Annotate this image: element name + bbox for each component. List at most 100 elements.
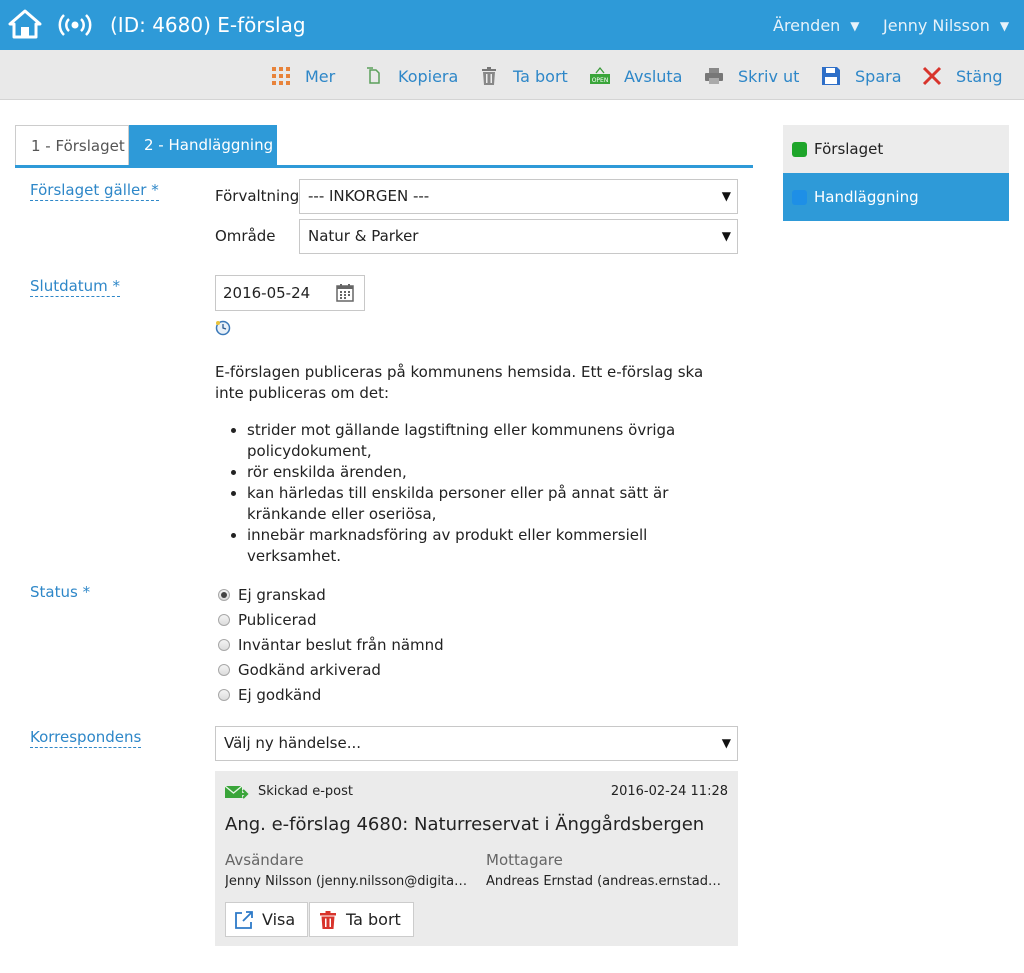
info-list: strider mot gällande lagstiftning eller … [215,420,735,567]
korrespondens-value: Välj ny händelse... [224,734,362,752]
list-item: strider mot gällande lagstiftning eller … [247,420,735,462]
status-option-ej-godkand[interactable]: Ej godkänd [218,682,444,707]
chevron-down-icon: ▼ [721,229,731,243]
arenden-menu-label: Ärenden [773,16,841,35]
avsluta-button[interactable]: OPEN Avsluta [590,65,682,87]
list-item: rör enskilda ärenden, [247,462,735,483]
avsandare-value: Jenny Nilsson (jenny.nilsson@digitalf... [225,874,470,889]
korrespondens-label: Korrespondens [30,728,142,748]
toolbar: Mer Kopiera Ta bort OPEN Avsluta Skriv u… [0,50,1024,100]
status-option-label: Publicerad [238,610,317,629]
radio-button[interactable] [218,588,230,601]
omrade-label: Område [215,227,276,245]
calendar-icon[interactable] [335,283,355,303]
status-option-label: Godkänd arkiverad [238,660,381,679]
clock-icon[interactable] [215,320,231,336]
correspondence-subject: Ang. e-förslag 4680: Naturreservat i Äng… [225,814,705,835]
user-menu[interactable]: Jenny Nilsson ▼ [883,16,1009,35]
ta-bort-label: Ta bort [346,910,401,929]
status-option-label: Ej godkänd [238,685,322,704]
mottagare-label: Mottagare [486,851,563,869]
ta-bort-label: Ta bort [513,66,568,86]
spara-label: Spara [855,66,902,86]
top-bar: (ID: 4680) E-förslag Ärenden ▼ Jenny Nils… [0,0,1024,50]
side-item-handlaggning[interactable]: Handläggning [783,173,1009,221]
slutdatum-input[interactable]: 2016-05-24 [215,275,365,311]
printer-icon [705,68,723,84]
correspondence-card: Skickad e-post 2016-02-24 11:28 Ang. e-f… [215,771,738,946]
kopiera-label: Kopiera [398,66,459,86]
status-label: Status * [30,583,91,601]
side-item-label: Handläggning [814,188,919,206]
sent-mail-icon [225,785,249,799]
spara-button[interactable]: Spara [821,65,902,87]
side-nav: Förslaget Handläggning [783,125,1009,221]
correspondence-date: 2016-02-24 11:28 [610,784,728,799]
avsluta-badge: OPEN [592,77,609,84]
user-menu-label: Jenny Nilsson [883,16,990,35]
forvaltning-select[interactable]: --- INKORGEN --- ▼ [299,179,738,214]
chevron-down-icon: ▼ [721,736,731,750]
tab-bar: 1 - Förslaget 2 - Handläggning [15,125,753,168]
trash-icon [482,67,496,85]
open-sign-icon: OPEN [590,66,610,84]
info-intro: E-förslagen publiceras på kommunens hems… [215,363,704,402]
publication-info: E-förslagen publiceras på kommunens hems… [215,362,735,567]
radio-button[interactable] [218,613,230,626]
tab-forslaget[interactable]: 1 - Förslaget [15,125,129,165]
close-icon [922,66,942,86]
trash-icon [320,910,336,929]
forvaltning-label: Förvaltning [215,187,300,205]
forvaltning-value: --- INKORGEN --- [308,187,430,205]
korrespondens-select[interactable]: Välj ny händelse... ▼ [215,726,738,761]
status-square-icon [792,189,807,205]
side-item-label: Förslaget [814,140,884,158]
skriv-ut-button[interactable]: Skriv ut [704,65,799,87]
status-square-icon [792,141,807,157]
omrade-select[interactable]: Natur & Parker ▼ [299,219,738,254]
status-option-label: Inväntar beslut från nämnd [238,635,444,654]
radio-button[interactable] [218,663,230,676]
copy-icon [367,67,380,84]
broadcast-icon [58,14,92,36]
home-icon[interactable] [8,9,42,39]
chevron-down-icon: ▼ [850,19,860,33]
grid-icon [272,67,290,85]
side-item-forslaget[interactable]: Förslaget [783,125,1009,173]
skriv-ut-label: Skriv ut [738,66,800,86]
save-icon [822,67,840,85]
stang-button[interactable]: Stäng [922,65,1003,87]
tab-handlaggning[interactable]: 2 - Handläggning [129,125,277,165]
list-item: innebär marknadsföring av produkt eller … [247,525,735,567]
status-radio-group: Ej granskad Publicerad Inväntar beslut f… [218,582,444,707]
ta-bort-button[interactable]: Ta bort [479,65,568,87]
mer-label: Mer [305,66,336,86]
radio-button[interactable] [218,638,230,651]
slutdatum-label: Slutdatum * [30,277,121,297]
external-link-icon [235,910,253,929]
status-option-invantar-beslut[interactable]: Inväntar beslut från nämnd [218,632,444,657]
arenden-menu[interactable]: Ärenden ▼ [773,16,860,35]
forslaget-galler-label: Förslaget gäller * [30,181,159,201]
status-option-godkand-arkiverad[interactable]: Godkänd arkiverad [218,657,444,682]
list-item: kan härledas till enskilda personer elle… [247,483,735,525]
kopiera-button[interactable]: Kopiera [364,65,458,87]
visa-label: Visa [262,910,296,929]
card-ta-bort-button[interactable]: Ta bort [309,902,414,937]
avsandare-label: Avsändare [225,851,304,869]
stang-label: Stäng [956,66,1003,86]
status-option-label: Ej granskad [238,585,326,604]
avsluta-label: Avsluta [624,66,683,86]
visa-button[interactable]: Visa [225,902,309,937]
slutdatum-value: 2016-05-24 [223,284,311,302]
radio-button[interactable] [218,688,230,701]
mer-button[interactable]: Mer [271,65,335,87]
status-option-ej-granskad[interactable]: Ej granskad [218,582,444,607]
correspondence-type: Skickad e-post [258,784,353,799]
chevron-down-icon: ▼ [999,19,1010,33]
page-title: (ID: 4680) E-förslag [110,13,306,37]
omrade-value: Natur & Parker [308,227,419,245]
status-option-publicerad[interactable]: Publicerad [218,607,444,632]
mottagare-value: Andreas Ernstad (andreas.ernstad@... [486,874,731,889]
chevron-down-icon: ▼ [721,189,731,203]
